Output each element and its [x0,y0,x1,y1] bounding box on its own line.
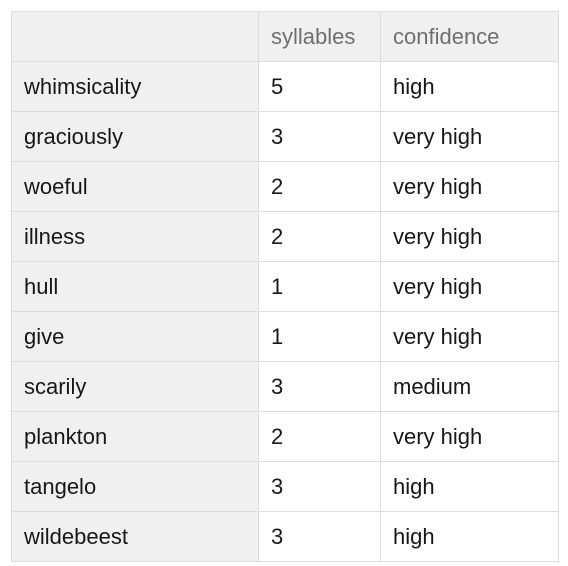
cell-confidence: very high [380,411,559,462]
cell-confidence: high [380,61,559,112]
cell-syllables: 2 [258,211,381,262]
table-container: syllables confidence whimsicality 5 high… [11,11,559,562]
cell-confidence: medium [380,361,559,412]
column-header-syllables: syllables [258,11,381,62]
cell-word: wildebeest [11,511,259,562]
cell-syllables: 1 [258,311,381,362]
syllables-confidence-table: syllables confidence whimsicality 5 high… [11,11,559,562]
cell-confidence: high [380,461,559,512]
cell-word: scarily [11,361,259,412]
table-row: woeful 2 very high [11,161,559,212]
cell-confidence: high [380,511,559,562]
cell-syllables: 5 [258,61,381,112]
cell-word: whimsicality [11,61,259,112]
cell-syllables: 2 [258,411,381,462]
cell-word: graciously [11,111,259,162]
table-row: tangelo 3 high [11,461,559,512]
cell-syllables: 3 [258,111,381,162]
cell-syllables: 2 [258,161,381,212]
table-row: plankton 2 very high [11,411,559,462]
cell-confidence: very high [380,211,559,262]
table-row: hull 1 very high [11,261,559,312]
cell-word: illness [11,211,259,262]
table-row: give 1 very high [11,311,559,362]
cell-syllables: 3 [258,511,381,562]
table-header-row: syllables confidence [11,11,559,62]
cell-syllables: 1 [258,261,381,312]
cell-syllables: 3 [258,361,381,412]
cell-syllables: 3 [258,461,381,512]
cell-confidence: very high [380,111,559,162]
table-row: scarily 3 medium [11,361,559,412]
cell-word: plankton [11,411,259,462]
cell-confidence: very high [380,311,559,362]
table-row: illness 2 very high [11,211,559,262]
cell-confidence: very high [380,161,559,212]
table-row: whimsicality 5 high [11,61,559,112]
cell-confidence: very high [380,261,559,312]
table-header: syllables confidence [11,11,559,62]
cell-word: hull [11,261,259,312]
table-body: whimsicality 5 high graciously 3 very hi… [11,61,559,562]
cell-word: woeful [11,161,259,212]
column-header-confidence: confidence [380,11,559,62]
table-row: wildebeest 3 high [11,511,559,562]
cell-word: tangelo [11,461,259,512]
table-row: graciously 3 very high [11,111,559,162]
column-header-word [11,11,259,62]
cell-word: give [11,311,259,362]
